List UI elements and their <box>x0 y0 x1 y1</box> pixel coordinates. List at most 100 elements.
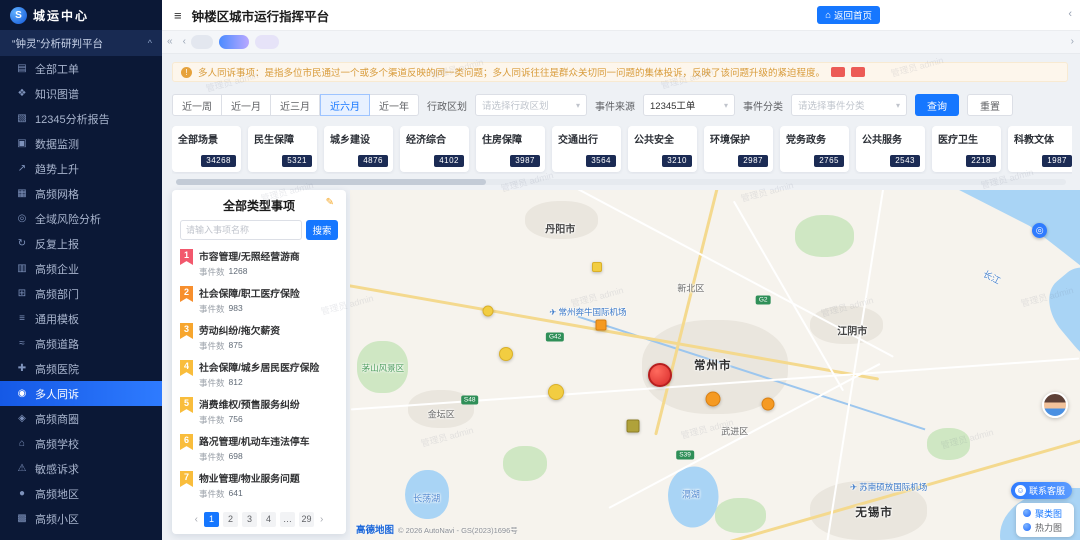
scene-card-economy[interactable]: 经济综合4102 <box>400 126 469 172</box>
scene-card-count: 34268 <box>201 155 236 167</box>
page-ellipsis[interactable]: … <box>280 512 295 527</box>
collapse-right-icon[interactable]: ‹ <box>1068 8 1072 20</box>
page-4[interactable]: 4 <box>261 512 276 527</box>
sidebar-item-all-orders[interactable]: ▤全部工单 <box>0 56 162 81</box>
event-marker-olive[interactable] <box>627 419 640 432</box>
district-placeholder: 请选择行政区划 <box>482 98 549 112</box>
app-logo: S 城运中心 <box>0 0 162 30</box>
page-next-icon[interactable]: › <box>318 514 325 525</box>
heatmap-layer-toggle[interactable]: 热力图 <box>1023 520 1067 534</box>
sidebar-item-multi-complaint[interactable]: ◉多人同诉 <box>0 381 162 406</box>
page-3[interactable]: 3 <box>242 512 257 527</box>
time-range-year[interactable]: 近一年 <box>370 94 419 116</box>
bookmark-icon[interactable]: ✎ <box>326 197 334 208</box>
road-shield: G42 <box>546 333 564 342</box>
cluster-layer-toggle[interactable]: 聚类图 <box>1023 506 1067 520</box>
list-item[interactable]: 2 社会保障/职工医疗保险 事件数983 <box>172 282 346 319</box>
count-label: 事件数 <box>199 414 225 426</box>
rank-badge: 2 <box>180 286 193 302</box>
sidebar-section-header[interactable]: “钟灵”分析研判平台 ^ <box>0 30 162 56</box>
sidebar-item-label: 高频学校 <box>35 436 79 452</box>
query-button[interactable]: 查询 <box>915 94 959 116</box>
event-cluster-marker-low[interactable] <box>548 384 564 400</box>
sidebar-item-high-freq-road[interactable]: ≈高频道路 <box>0 331 162 356</box>
scene-card-public-service[interactable]: 公共服务2543 <box>856 126 925 172</box>
sidebar-item-high-freq-school[interactable]: ⌂高频学校 <box>0 431 162 456</box>
scene-card-all[interactable]: 全部场景34268 <box>172 126 241 172</box>
sidebar-item-high-freq-grid[interactable]: ▦高频网格 <box>0 181 162 206</box>
list-item[interactable]: 1 市容管理/无照经营游商 事件数1268 <box>172 245 346 282</box>
scene-card-label: 经济综合 <box>406 131 463 146</box>
category-select[interactable]: 请选择事件分类 ▾ <box>791 94 907 116</box>
sidebar-item-risk-analysis[interactable]: ◎全域风险分析 <box>0 206 162 231</box>
sidebar-item-high-freq-hospital[interactable]: ✚高频医院 <box>0 356 162 381</box>
event-type-panel: 全部类型事项 ✎ 搜索 1 市容管理/无照经营游商 事件数1268 2 社会保障… <box>172 190 346 534</box>
tabs-prev-icon[interactable]: ‹ <box>183 36 186 47</box>
event-search-input[interactable] <box>180 220 302 240</box>
source-select[interactable]: 12345工单 ▾ <box>643 94 735 116</box>
page-2[interactable]: 2 <box>223 512 238 527</box>
list-item[interactable]: 4 社会保障/城乡居民医疗保险 事件数812 <box>172 356 346 393</box>
sidebar-item-high-freq-business[interactable]: ◈高频商圈 <box>0 406 162 431</box>
scene-card-livelihood[interactable]: 民生保障5321 <box>248 126 317 172</box>
time-range-week[interactable]: 近一周 <box>172 94 222 116</box>
event-cluster-marker-mid[interactable] <box>762 397 775 410</box>
time-range-month[interactable]: 近一月 <box>222 94 271 116</box>
scene-card-environment[interactable]: 环境保护2987 <box>704 126 773 172</box>
scene-card-housing[interactable]: 住房保障3987 <box>476 126 545 172</box>
time-range-3months[interactable]: 近三月 <box>271 94 320 116</box>
scene-card-count: 3564 <box>586 155 616 167</box>
item-title: 市容管理/无照经营游商 <box>199 249 338 263</box>
list-item[interactable]: 6 路况管理/机动车违法停车 事件数698 <box>172 430 346 467</box>
item-title: 社会保障/职工医疗保险 <box>199 286 338 300</box>
map-canvas[interactable]: G42 S39 G2 S48 丹阳市 新北区 常州市 武进区 金坛区 江阴市 无… <box>350 190 1080 540</box>
sidebar-item-repeat-report[interactable]: ↻反复上报 <box>0 231 162 256</box>
event-marker-mid[interactable] <box>596 320 607 331</box>
page-1[interactable]: 1 <box>204 512 219 527</box>
scene-card-education[interactable]: 科教文体1987 <box>1008 126 1072 172</box>
sidebar-item-high-freq-region[interactable]: ●高频地区 <box>0 481 162 506</box>
event-cluster-marker-high[interactable] <box>648 363 672 387</box>
district-select[interactable]: 请选择行政区划 ▾ <box>475 94 587 116</box>
cards-scrollbar-thumb[interactable] <box>176 179 486 185</box>
pagination: ‹ 1 2 3 4 … 29 › <box>172 507 346 534</box>
scene-card-health[interactable]: 医疗卫生2218 <box>932 126 1001 172</box>
scene-card-traffic[interactable]: 交通出行3564 <box>552 126 621 172</box>
green-area <box>795 215 853 257</box>
service-avatar[interactable] <box>1042 392 1068 418</box>
page-prev-icon[interactable]: ‹ <box>193 514 200 525</box>
contact-service-button[interactable]: ☺ 联系客服 <box>1011 482 1072 499</box>
list-item[interactable]: 5 消费维权/预售服务纠纷 事件数756 <box>172 393 346 430</box>
event-cluster-marker-mid[interactable] <box>705 391 720 406</box>
tab-chip-active[interactable] <box>219 35 249 49</box>
tabs-next-icon[interactable]: › <box>1071 36 1074 47</box>
sidebar-item-high-freq-community[interactable]: ▩高频小区 <box>0 506 162 531</box>
cards-scrollbar <box>176 179 1066 185</box>
scene-card-party-affairs[interactable]: 党务政务2765 <box>780 126 849 172</box>
event-marker-low[interactable] <box>592 262 602 272</box>
sidebar-item-knowledge-graph[interactable]: ❖知识图谱 <box>0 81 162 106</box>
reset-button[interactable]: 重置 <box>967 94 1013 116</box>
sidebar-item-high-freq-enterprise[interactable]: ▥高频企业 <box>0 256 162 281</box>
scene-card-public-safety[interactable]: 公共安全3210 <box>628 126 697 172</box>
tab-chip-inactive-2[interactable] <box>255 35 279 49</box>
list-item[interactable]: 3 劳动纠纷/拖欠薪资 事件数875 <box>172 319 346 356</box>
sidebar-item-12345-report[interactable]: ▧12345分析报告 <box>0 106 162 131</box>
sidebar-item-general-template[interactable]: ≡通用模板 <box>0 306 162 331</box>
search-button[interactable]: 搜索 <box>306 220 338 240</box>
list-item[interactable]: 7 物业管理/物业服务问题 事件数641 <box>172 467 346 504</box>
tab-chip-inactive[interactable] <box>191 35 213 49</box>
tabs-collapse-left-icon[interactable]: « <box>167 36 173 47</box>
time-range-6months[interactable]: 近六月 <box>320 94 370 116</box>
back-home-button[interactable]: ⌂ 返回首页 <box>817 6 880 24</box>
event-cluster-marker-low[interactable] <box>482 306 493 317</box>
event-cluster-marker-low[interactable] <box>499 347 513 361</box>
sidebar-item-sensitive-appeal[interactable]: ⚠敏感诉求 <box>0 456 162 481</box>
scene-card-label: 科教文体 <box>1014 131 1071 146</box>
sidebar-item-trend-up[interactable]: ↗趋势上升 <box>0 156 162 181</box>
scene-card-construction[interactable]: 城乡建设4876 <box>324 126 393 172</box>
sidebar-item-data-monitor[interactable]: ▣数据监测 <box>0 131 162 156</box>
hamburger-icon[interactable]: ≡ <box>174 8 182 23</box>
sidebar-item-high-freq-department[interactable]: ⊞高频部门 <box>0 281 162 306</box>
page-29[interactable]: 29 <box>299 512 314 527</box>
